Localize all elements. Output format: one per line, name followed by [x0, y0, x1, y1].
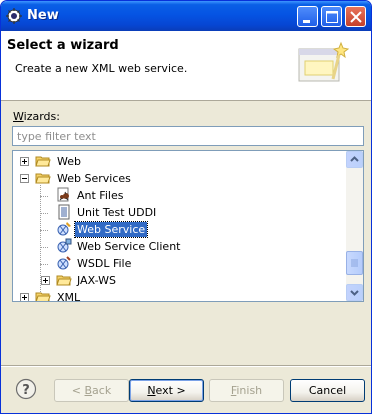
- web-service-icon: [57, 222, 71, 236]
- tree-item-web-services[interactable]: Web Services: [13, 170, 349, 187]
- back-button[interactable]: < Back: [54, 379, 129, 402]
- title-bar[interactable]: New: [1, 1, 371, 31]
- filter-input[interactable]: [12, 126, 364, 146]
- tree-item-unit-test-uddi[interactable]: Unit Test UDDI: [13, 204, 349, 221]
- cancel-button[interactable]: Cancel: [290, 379, 365, 402]
- tree-item-ant-files[interactable]: Ant Files: [13, 187, 349, 204]
- svg-text:?: ?: [22, 383, 30, 398]
- folder-icon: [35, 156, 51, 167]
- tree-item-wsdl-file[interactable]: WSDL File: [13, 255, 349, 272]
- folder-open-icon: [35, 173, 51, 184]
- close-icon: [350, 11, 362, 23]
- expand-icon[interactable]: [20, 293, 29, 301]
- tree-item-label: Web Service Client: [77, 240, 181, 253]
- tree-item-label: JAX-WS: [77, 274, 116, 287]
- window-title: New: [27, 8, 59, 23]
- scroll-thumb[interactable]: [346, 251, 363, 275]
- scroll-up-button[interactable]: [346, 151, 363, 168]
- help-icon[interactable]: ?: [15, 378, 37, 400]
- tree-item-web[interactable]: Web: [13, 153, 349, 170]
- web-service-client-icon: [57, 238, 72, 253]
- page-title: Select a wizard: [7, 38, 119, 53]
- maximize-icon: [326, 11, 338, 23]
- tree-item-web-service-client[interactable]: Web Service Client: [13, 238, 349, 255]
- tree-item-label: Ant Files: [77, 189, 124, 202]
- tree-item-label: Web: [57, 155, 81, 168]
- finish-button[interactable]: Finish: [209, 379, 284, 402]
- wizard-header: Select a wizard Create a new XML web ser…: [1, 31, 371, 101]
- folder-icon: [35, 292, 51, 301]
- maximize-button[interactable]: [321, 6, 342, 27]
- wizard-banner-icon: [298, 41, 350, 82]
- grip-icon: [351, 259, 358, 267]
- expand-icon[interactable]: [41, 276, 50, 285]
- wizard-tree[interactable]: Web Web Services Ant Files Unit Test UDD…: [12, 150, 364, 302]
- tree-item-label: WSDL File: [77, 257, 132, 270]
- tree-item-jax-ws[interactable]: JAX-WS: [13, 272, 349, 289]
- chevron-down-icon: [350, 290, 359, 296]
- uddi-icon: [58, 204, 70, 220]
- wizards-label: Wizards:: [13, 110, 60, 123]
- collapse-icon[interactable]: [20, 174, 29, 183]
- tree-item-label: Web Service: [73, 221, 149, 238]
- eclipse-gear-icon: [6, 8, 22, 24]
- button-bar-separator: [1, 365, 371, 367]
- page-description: Create a new XML web service.: [15, 62, 188, 75]
- tree-item-label: Unit Test UDDI: [77, 206, 157, 219]
- new-wizard-dialog: New Select a wizard Create a new XML web…: [0, 0, 372, 414]
- tree-item-web-service[interactable]: Web Service: [13, 221, 349, 238]
- tree-item-xml[interactable]: XML: [13, 289, 349, 302]
- minimize-button[interactable]: [297, 6, 318, 27]
- scroll-down-button[interactable]: [346, 284, 363, 301]
- next-button[interactable]: Next >: [129, 379, 204, 402]
- ant-icon: [57, 187, 69, 202]
- tree-item-label: Web Services: [57, 172, 131, 185]
- expand-icon[interactable]: [20, 157, 29, 166]
- chevron-up-icon: [350, 156, 359, 162]
- tree-scrollbar[interactable]: [346, 151, 363, 301]
- tree-item-label: XML: [57, 291, 81, 302]
- minimize-icon: [303, 20, 310, 23]
- folder-icon: [56, 275, 72, 286]
- close-button[interactable]: [345, 6, 366, 27]
- wsdl-icon: [57, 256, 71, 270]
